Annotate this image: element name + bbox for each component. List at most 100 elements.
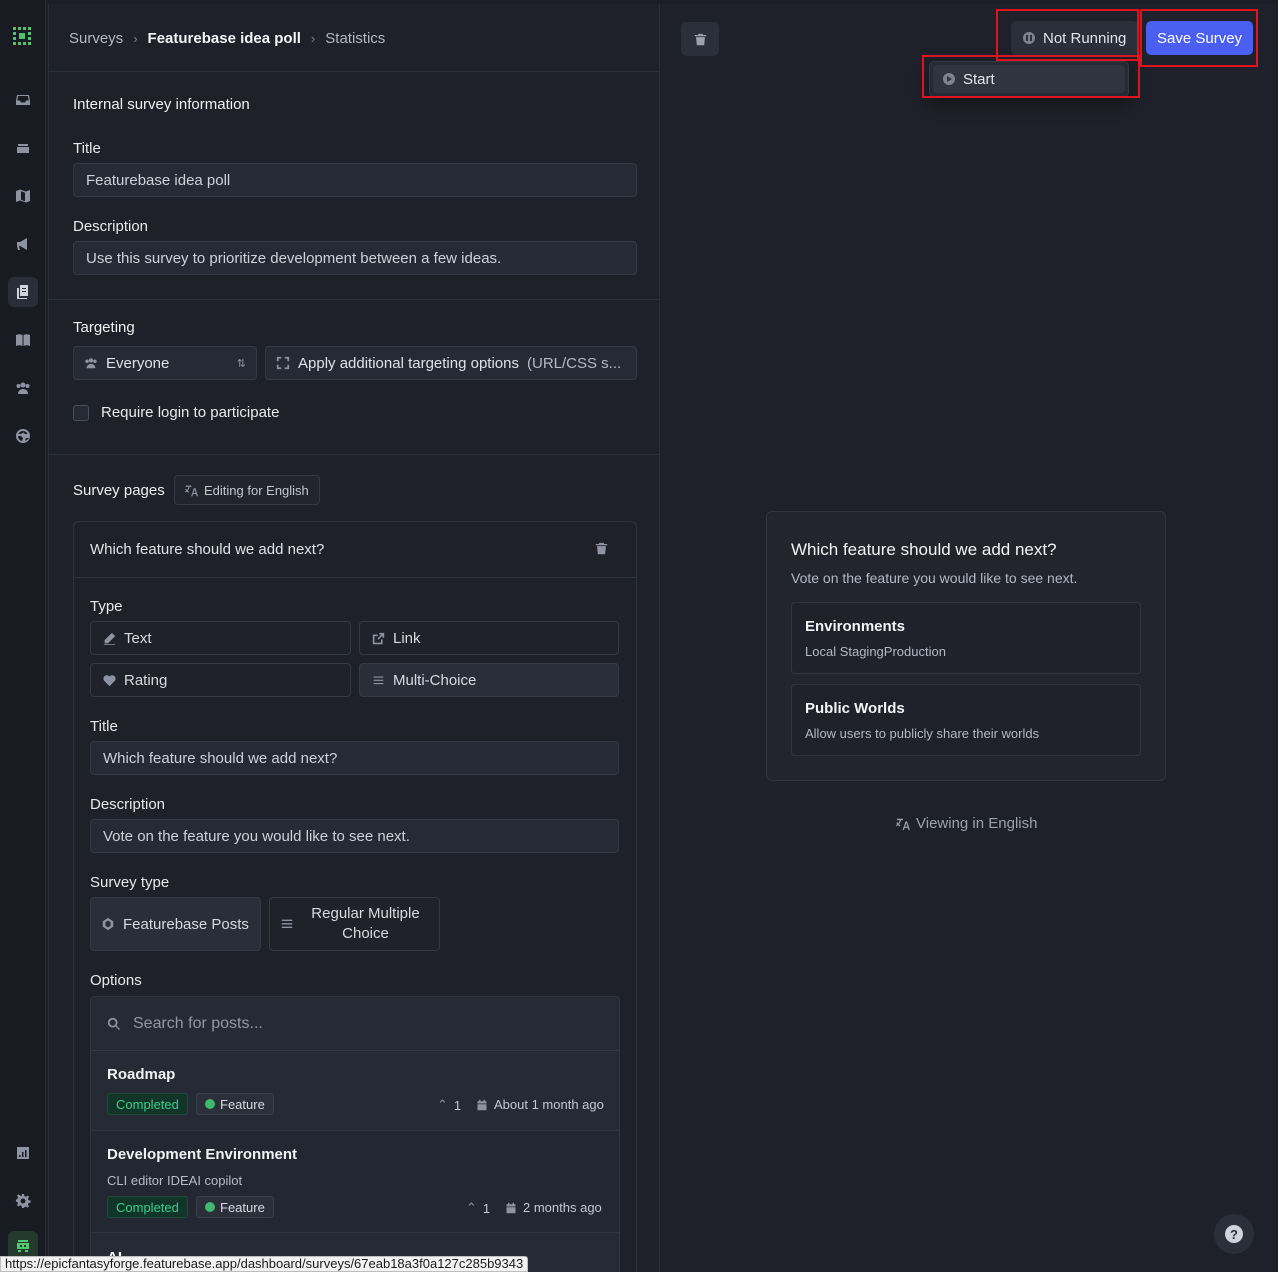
preview-option[interactable]: Public Worlds Allow users to publicly sh…: [791, 684, 1141, 756]
survey-page-card: Which feature should we add next? Type T…: [73, 521, 637, 1272]
options-search-input[interactable]: [133, 1014, 573, 1033]
users-icon[interactable]: [8, 373, 38, 403]
internal-info-heading: Internal survey information: [73, 96, 250, 113]
question-title-input[interactable]: Which feature should we add next?: [90, 741, 619, 775]
type-text-button[interactable]: Text: [90, 621, 351, 655]
viewing-language-label: Viewing in English: [916, 815, 1038, 832]
question-title-label: Title: [90, 718, 118, 735]
preview-option-title: Public Worlds: [805, 700, 905, 717]
survey-type-regular-label: Regular Multiple Choice: [311, 905, 420, 942]
type-label: Type: [90, 598, 123, 615]
editing-language-label: Editing for English: [204, 482, 309, 498]
sidebar: [0, 0, 46, 1272]
type-multichoice-label: Multi-Choice: [393, 671, 477, 689]
breadcrumb: Surveys › Featurebase idea poll › Statis…: [69, 30, 385, 47]
feature-category-icon: [205, 1099, 215, 1109]
delete-survey-button[interactable]: [681, 22, 719, 56]
chevron-up-icon: ⌃: [466, 1200, 477, 1215]
post-list-item[interactable]: Development Environment CLI editor IDEAI…: [91, 1131, 619, 1233]
list-icon: [281, 919, 293, 928]
options-label: Options: [90, 972, 142, 989]
upvote-count: ⌃ 1: [466, 1200, 490, 1216]
preview-option[interactable]: Environments Local StagingProduction: [791, 602, 1141, 674]
upvote-count-value: 1: [482, 1200, 491, 1216]
targeting-heading: Targeting: [73, 319, 135, 336]
delete-page-icon[interactable]: [595, 542, 608, 558]
globe-icon[interactable]: [8, 421, 38, 451]
survey-description-input[interactable]: Use this survey to prioritize developmen…: [73, 241, 637, 275]
map-icon[interactable]: [8, 181, 38, 211]
translate-icon: [896, 818, 910, 830]
help-button[interactable]: ?: [1214, 1214, 1254, 1254]
type-text-label: Text: [124, 629, 152, 647]
post-description: CLI editor IDEAI copilot: [107, 1173, 243, 1188]
heart-icon: [103, 674, 116, 686]
survey-title-input[interactable]: Featurebase idea poll: [73, 163, 637, 197]
section-divider: [49, 454, 659, 455]
question-description-label: Description: [90, 796, 166, 813]
surveys-icon[interactable]: [8, 277, 38, 307]
question-description-input[interactable]: Vote on the feature you would like to se…: [90, 819, 619, 853]
preview-question-title: Which feature should we add next?: [791, 540, 1057, 559]
book-icon[interactable]: [8, 325, 38, 355]
highlight-box-status: [996, 9, 1139, 61]
additional-targeting-label: Apply additional targeting options: [298, 354, 519, 372]
breadcrumb-surveys-link[interactable]: Surveys: [69, 30, 123, 47]
survey-editor-panel: Surveys › Featurebase idea poll › Statis…: [48, 4, 660, 1272]
post-date-value: About 1 month ago: [494, 1097, 604, 1112]
require-login-checkbox[interactable]: [73, 405, 89, 421]
category-badge: Feature: [196, 1093, 274, 1115]
survey-type-featurebase-posts[interactable]: Featurebase Posts: [90, 897, 261, 951]
type-rating-button[interactable]: Rating: [90, 663, 351, 697]
megaphone-icon[interactable]: [8, 229, 38, 259]
feature-category-icon: [205, 1202, 215, 1212]
survey-pages-heading: Survey pages: [73, 482, 165, 499]
preview-option-description: Local StagingProduction: [805, 644, 946, 659]
survey-description-label: Description: [73, 218, 149, 235]
section-divider: [49, 299, 659, 300]
external-link-icon: [372, 632, 385, 644]
editing-language-pill[interactable]: Editing for English: [174, 475, 320, 505]
breadcrumb-current[interactable]: Featurebase idea poll: [148, 30, 301, 47]
settings-icon[interactable]: [8, 1186, 38, 1216]
additional-targeting-hint: (URL/CSS s...: [527, 354, 622, 372]
preview-option-title: Environments: [805, 618, 906, 635]
type-multichoice-button[interactable]: Multi-Choice: [359, 663, 619, 697]
chevron-right-icon: ›: [310, 31, 316, 46]
preview-question-description: Vote on the feature you would like to se…: [791, 570, 1078, 586]
inbox-icon[interactable]: [8, 85, 38, 115]
type-link-button[interactable]: Link: [359, 621, 619, 655]
require-login-label: Require login to participate: [101, 404, 280, 421]
survey-title-label: Title: [73, 140, 101, 157]
breadcrumb-statistics-link[interactable]: Statistics: [325, 30, 385, 47]
survey-type-label: Survey type: [90, 874, 170, 891]
editor-topbar: Surveys › Featurebase idea poll › Statis…: [49, 4, 659, 72]
preview-option-description: Allow users to publicly share their worl…: [805, 726, 1040, 741]
status-badge: Completed: [107, 1093, 188, 1115]
featurebase-icon: [102, 917, 114, 931]
chevron-up-icon: ⌃: [437, 1097, 448, 1112]
highlight-box-start: [922, 55, 1140, 98]
translate-icon: [185, 485, 198, 496]
additional-targeting-button[interactable]: Apply additional targeting options (URL/…: [265, 346, 637, 380]
expand-icon: [276, 356, 290, 370]
list-icon: [373, 675, 384, 684]
audience-select[interactable]: Everyone ⇅: [73, 346, 257, 380]
select-arrows-icon: ⇅: [236, 357, 246, 370]
survey-type-regular-multiple-choice[interactable]: Regular Multiple Choice: [269, 897, 440, 951]
stack-icon[interactable]: [8, 133, 38, 163]
survey-page-header: Which feature should we add next?: [74, 522, 636, 578]
trash-icon: [694, 33, 706, 45]
chevron-right-icon: ›: [133, 31, 138, 46]
survey-preview-panel: Not Running Save Survey Start Which feat…: [661, 4, 1277, 1272]
viewing-language[interactable]: Viewing in English: [896, 815, 1037, 832]
analytics-icon[interactable]: [8, 1138, 38, 1168]
category-badge: Feature: [196, 1196, 274, 1218]
category-badge-label: Feature: [220, 1096, 265, 1112]
post-list-item[interactable]: Roadmap Completed Feature ⌃ 1 About 1 mo…: [91, 1051, 619, 1131]
app-logo-icon[interactable]: [8, 22, 38, 52]
survey-preview-card: Which feature should we add next? Vote o…: [766, 511, 1166, 781]
options-list: Roadmap Completed Feature ⌃ 1 About 1 mo…: [90, 996, 620, 1272]
post-title: Development Environment: [107, 1146, 298, 1163]
highlight-box-save: [1140, 9, 1258, 67]
